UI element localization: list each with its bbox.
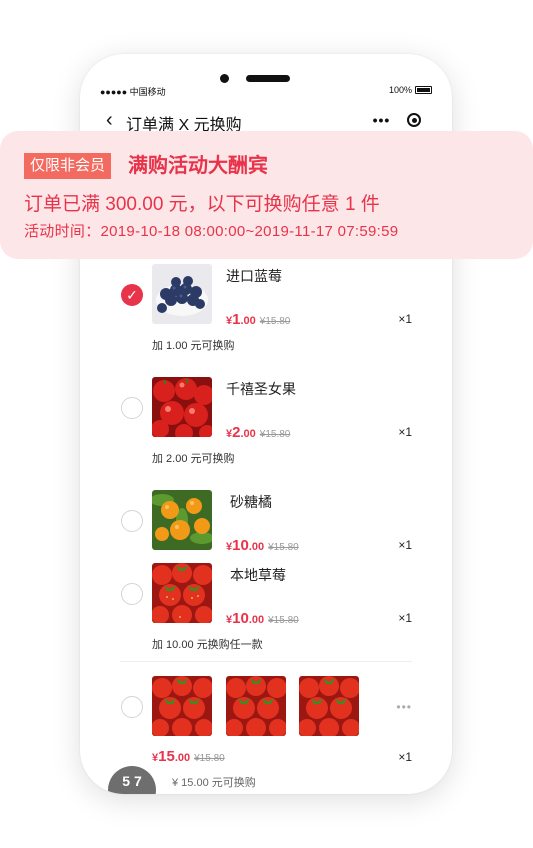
unchecked-checkbox[interactable] bbox=[121, 696, 143, 718]
cherry-tomato-thumbnail bbox=[152, 377, 212, 437]
group-price: ¥15.00 ¥15.80 bbox=[152, 748, 225, 765]
battery-percent: 100% bbox=[388, 85, 412, 95]
battery-indicator: 100% bbox=[389, 85, 432, 95]
strawberry-thumbnail bbox=[152, 676, 212, 736]
item-name: 进口蓝莓 bbox=[226, 268, 282, 284]
item-name: 本地草莓 bbox=[230, 567, 286, 583]
original-price: ¥15.80 bbox=[259, 316, 291, 327]
list-item-blueberry[interactable]: ✓ 进口蓝莓 ¥1.00 ¥15.80 ×1 加 1.00 元可换购 bbox=[80, 264, 452, 354]
list-item-cherry-tomato[interactable]: 千禧圣女果 ¥2.00 ¥15.80 ×1 加 2.00 元可换购 bbox=[80, 377, 452, 467]
item-name: 砂糖橘 bbox=[230, 494, 272, 510]
strawberry-thumbnail bbox=[226, 676, 286, 736]
back-icon[interactable]: ‹ bbox=[106, 110, 113, 130]
member-badge: 仅限非会员 bbox=[24, 153, 112, 179]
battery-icon bbox=[415, 86, 432, 94]
checked-checkbox[interactable]: ✓ bbox=[121, 284, 143, 306]
section-divider bbox=[120, 661, 412, 662]
item-quantity: ×1 bbox=[398, 750, 412, 764]
status-bar: ●●●●● 中国移动 100% bbox=[80, 85, 452, 99]
camera-dot bbox=[220, 74, 229, 83]
partial-hint-text: ¥ 15.00 元可换购 bbox=[172, 777, 256, 789]
strawberry-thumbnail bbox=[299, 676, 359, 736]
screen: ●●●●● 中国移动 100% ‹ 订单满 X 元换购 ••• ✓ 进口蓝莓 ¥… bbox=[0, 0, 533, 848]
promotion-banner: 仅限非会员 满购活动大酬宾 订单已满 300.00 元，以下可换购任意 1 件 … bbox=[0, 131, 533, 259]
item-price: ¥1.00 ¥15.80 bbox=[226, 311, 291, 328]
list-item-tangerine[interactable]: 砂糖橘 ¥10.00 ¥15.80 ×1 bbox=[80, 490, 452, 554]
speaker-bar bbox=[246, 75, 290, 82]
item-quantity: ×1 bbox=[398, 425, 412, 439]
item-name: 千禧圣女果 bbox=[226, 381, 296, 397]
carrier-label: ●●●●● 中国移动 bbox=[100, 87, 166, 97]
list-item-group[interactable]: ••• ¥15.00 ¥15.80 ×1 bbox=[80, 676, 452, 776]
tangerine-thumbnail bbox=[152, 490, 212, 550]
strawberry-thumbnail bbox=[152, 563, 212, 623]
unchecked-checkbox[interactable] bbox=[121, 583, 143, 605]
promotion-title: 满购活动大酬宾 bbox=[128, 155, 268, 177]
original-price: ¥15.80 bbox=[259, 429, 291, 440]
item-price: ¥10.00 ¥15.80 bbox=[226, 610, 299, 627]
item-quantity: ×1 bbox=[398, 538, 412, 552]
original-price: ¥15.80 bbox=[268, 615, 299, 626]
unchecked-checkbox[interactable] bbox=[121, 397, 143, 419]
original-price: ¥15.80 bbox=[194, 753, 225, 764]
close-target-icon[interactable] bbox=[407, 113, 422, 127]
item-price: ¥10.00 ¥15.80 bbox=[226, 537, 299, 554]
list-item-strawberry[interactable]: 本地草莓 ¥10.00 ¥15.80 ×1 加 10.00 元换购任一款 bbox=[80, 563, 452, 653]
more-items-icon[interactable]: ••• bbox=[396, 700, 412, 714]
exchange-hint: 加 2.00 元可换购 bbox=[152, 453, 235, 465]
item-quantity: ×1 bbox=[398, 611, 412, 625]
promotion-condition: 订单已满 300.00 元，以下可换购任意 1 件 bbox=[24, 194, 380, 215]
mini-program-capsule: ••• bbox=[364, 107, 430, 133]
blueberry-thumbnail bbox=[152, 264, 212, 324]
exchange-hint: 加 10.00 元换购任一款 bbox=[152, 639, 263, 651]
unchecked-checkbox[interactable] bbox=[121, 510, 143, 532]
item-quantity: ×1 bbox=[398, 312, 412, 326]
original-price: ¥15.80 bbox=[268, 542, 299, 553]
promotion-period: 活动时间：2019-10-18 08:00:00~2019-11-17 07:5… bbox=[24, 223, 399, 240]
more-icon[interactable]: ••• bbox=[373, 112, 391, 128]
exchange-hint: 加 1.00 元可换购 bbox=[152, 340, 235, 352]
item-price: ¥2.00 ¥15.80 bbox=[226, 424, 291, 441]
